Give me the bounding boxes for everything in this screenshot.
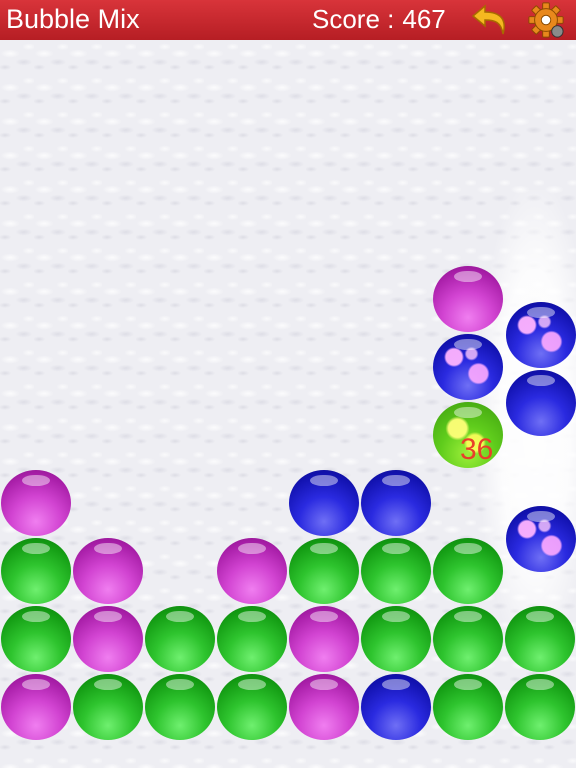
bubble-blue[interactable] <box>361 470 431 536</box>
bubble-green[interactable] <box>217 674 287 740</box>
game-title: Bubble Mix <box>6 4 140 34</box>
bubble-green[interactable] <box>217 606 287 672</box>
bubble-green[interactable] <box>433 674 503 740</box>
score-value: 467 <box>402 4 446 34</box>
bubble-green[interactable] <box>433 538 503 604</box>
score-label: Score : <box>312 4 395 34</box>
bubble-purple[interactable] <box>1 470 71 536</box>
bubble-blue[interactable] <box>361 674 431 740</box>
bubble-blue[interactable] <box>289 470 359 536</box>
bubble-green[interactable] <box>145 606 215 672</box>
bubble-purple[interactable] <box>289 606 359 672</box>
bubble-green[interactable] <box>73 674 143 740</box>
undo-button[interactable] <box>466 0 516 40</box>
bubble-purple[interactable] <box>1 674 71 740</box>
game-board[interactable]: 36 <box>0 40 576 768</box>
gear-icon <box>528 2 564 38</box>
bubble-green[interactable] <box>361 606 431 672</box>
bubble-purple[interactable] <box>433 266 503 332</box>
bubble-purple[interactable] <box>289 674 359 740</box>
bubble-purple[interactable] <box>217 538 287 604</box>
bubble-blue-sparkle[interactable] <box>506 302 576 368</box>
bubble-green[interactable] <box>361 538 431 604</box>
bubble-green[interactable] <box>505 606 575 672</box>
bubble-green[interactable] <box>505 674 575 740</box>
undo-arrow-icon <box>471 4 505 35</box>
bubble-blue-sparkle[interactable] <box>506 506 576 572</box>
top-bar: Bubble Mix Score :467 <box>0 0 576 40</box>
score-display: Score :467 <box>312 4 446 35</box>
bubble-blue[interactable] <box>506 370 576 436</box>
bubble-green[interactable] <box>289 538 359 604</box>
bubble-green[interactable] <box>145 674 215 740</box>
bubble-blue-sparkle[interactable] <box>433 334 503 400</box>
bubble-purple[interactable] <box>73 606 143 672</box>
bubble-green[interactable] <box>1 606 71 672</box>
bubble-purple[interactable] <box>73 538 143 604</box>
bubble-green[interactable] <box>1 538 71 604</box>
bubble-green[interactable] <box>433 606 503 672</box>
settings-button[interactable] <box>516 0 576 40</box>
floating-points: 36 <box>460 433 494 466</box>
